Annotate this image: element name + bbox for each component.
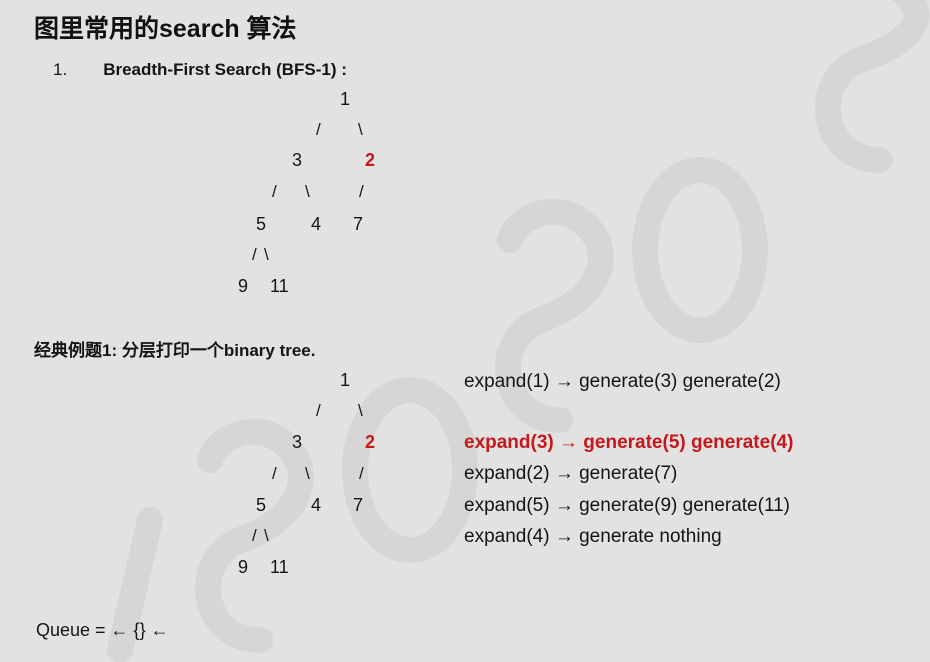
tree1-node-1: 1 xyxy=(340,89,351,109)
tree1-edge-5-9: / xyxy=(252,245,257,264)
tree1-node-2-highlighted: 2 xyxy=(365,150,376,170)
tree1-edge-5-11: \ xyxy=(264,245,269,264)
tree1-edge-3-4: \ xyxy=(305,182,310,201)
section-title: 经典例题1: 分层打印一个binary tree. xyxy=(34,341,316,360)
tree2-edge-1-3: / xyxy=(316,401,321,420)
tree2-node-3: 3 xyxy=(292,432,303,452)
tree1-edge-3-5: / xyxy=(272,182,277,201)
tree2-node-11: 11 xyxy=(270,557,289,577)
bfs-step: expand(1) → generate(3) generate(2) xyxy=(464,371,781,392)
tree2-edge-2-7: / xyxy=(359,464,364,483)
tree2-edge-5-11: \ xyxy=(264,526,269,545)
tree1-node-5: 5 xyxy=(256,214,267,234)
tree1-edge-1-2: \ xyxy=(358,120,363,139)
tree1-node-11: 11 xyxy=(270,276,289,296)
tree2-edge-3-5: / xyxy=(272,464,277,483)
algorithm-name: Breadth-First Search (BFS-1) : xyxy=(103,60,347,79)
algorithm-heading: 1. Breadth-First Search (BFS-1) : xyxy=(53,61,347,78)
tree1-node-4: 4 xyxy=(311,214,322,234)
tree2-node-4: 4 xyxy=(311,495,322,515)
tree2-node-7: 7 xyxy=(353,495,364,515)
bfs-step: expand(2) → generate(7) xyxy=(464,463,678,484)
tree2-node-5: 5 xyxy=(256,495,267,515)
tree2-edge-5-9: / xyxy=(252,526,257,545)
algorithm-number: 1. xyxy=(53,60,68,79)
tree2-node-9: 9 xyxy=(238,557,249,577)
watermark-decoration xyxy=(107,0,930,662)
tree1-node-3: 3 xyxy=(292,150,303,170)
tree1-edge-2-7: / xyxy=(359,182,364,201)
tree1-node-7: 7 xyxy=(353,214,364,234)
bfs-step: expand(5) → generate(9) generate(11) xyxy=(464,495,791,516)
tree2-node-1: 1 xyxy=(340,370,351,390)
bfs-step-highlighted: expand(3) → generate(5) generate(4) xyxy=(464,432,794,453)
page-title: 图里常用的search 算法 xyxy=(34,15,297,43)
tree2-edge-3-4: \ xyxy=(305,464,310,483)
tree1-node-9: 9 xyxy=(238,276,249,296)
bfs-step: expand(4) → generate nothing xyxy=(464,526,722,547)
tree2-edge-1-2: \ xyxy=(358,401,363,420)
tree1-edge-1-3: / xyxy=(316,120,321,139)
tree2-node-2-highlighted: 2 xyxy=(365,432,376,452)
queue-state: Queue = ← {} ← xyxy=(36,620,169,640)
